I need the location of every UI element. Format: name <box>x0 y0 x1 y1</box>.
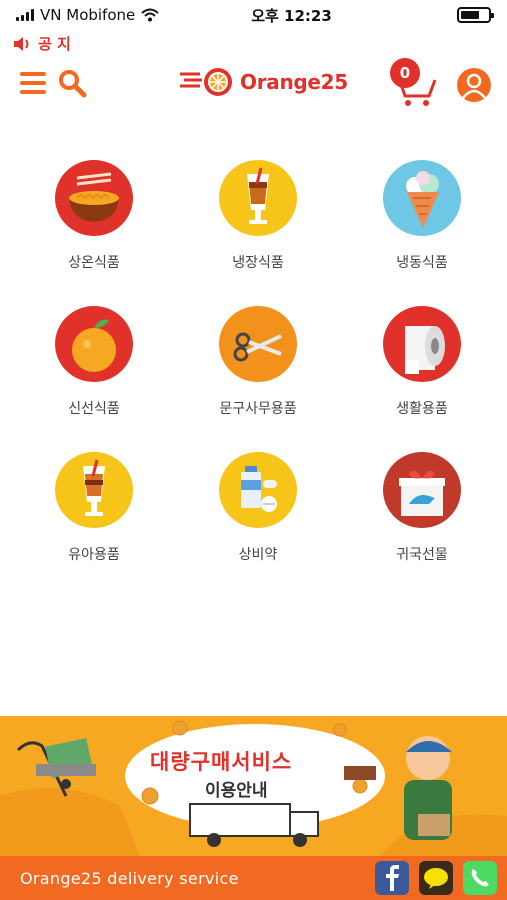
baby-drink-icon <box>55 452 133 528</box>
banner-subtitle: 이용안내 <box>205 781 268 801</box>
notice-link[interactable]: 공 지 <box>12 33 71 54</box>
wifi-icon <box>141 8 159 22</box>
category-item[interactable]: 문구사무용품 <box>176 306 340 418</box>
kakaotalk-icon[interactable] <box>419 861 453 895</box>
banner-title: 대량구매서비스 <box>150 750 293 774</box>
logo-scooter-icon <box>180 68 232 96</box>
scissors-icon <box>219 306 297 382</box>
app-header: Orange25 0 <box>0 58 507 108</box>
toilet-paper-icon <box>383 306 461 382</box>
user-profile-icon[interactable] <box>457 68 491 102</box>
footer-bar: Orange25 delivery service <box>0 856 507 900</box>
ice-cream-icon <box>383 160 461 236</box>
gift-box-icon <box>383 452 461 528</box>
category-item[interactable]: 냉동식품 <box>340 160 504 272</box>
orange-fruit-icon <box>55 306 133 382</box>
footer-text: Orange25 delivery service <box>20 868 239 888</box>
iced-drink-icon <box>219 160 297 236</box>
category-label: 상온식품 <box>68 255 120 271</box>
category-item[interactable]: 상비약 <box>176 452 340 564</box>
bulk-purchase-banner[interactable]: 대량구매서비스 이용안내 <box>0 716 507 856</box>
search-icon[interactable] <box>57 68 87 98</box>
category-label: 문구사무용품 <box>219 401 297 417</box>
category-item[interactable]: 유아용품 <box>12 452 176 564</box>
category-item[interactable]: 생활용품 <box>340 306 504 418</box>
logo-text: Orange25 <box>240 70 348 94</box>
status-left: VN Mobifone <box>16 6 186 24</box>
app-screen: VN Mobifone 오후 12:23 공 지 Orange25 0 상온식품… <box>0 0 507 900</box>
category-item[interactable]: 냉장식품 <box>176 160 340 272</box>
category-item[interactable]: 상온식품 <box>12 160 176 272</box>
notice-label: 공 지 <box>38 35 71 53</box>
status-bar: VN Mobifone 오후 12:23 <box>0 0 507 30</box>
noodle-bowl-icon <box>55 160 133 236</box>
battery-icon <box>457 7 494 23</box>
status-time: 오후 12:23 <box>251 6 332 25</box>
category-item[interactable]: 귀국선물 <box>340 452 504 564</box>
hamburger-menu-icon[interactable] <box>20 72 46 94</box>
category-label: 냉동식품 <box>396 255 448 271</box>
category-label: 냉장식품 <box>232 255 284 271</box>
category-grid: 상온식품 냉장식품 냉동식품 신선식품 문구사무용품 생활용품 유아용품 상비약… <box>0 160 507 564</box>
facebook-icon[interactable] <box>375 861 409 895</box>
signal-icon <box>16 9 34 21</box>
category-item[interactable]: 신선식품 <box>12 306 176 418</box>
cart-button[interactable]: 0 <box>387 58 439 108</box>
carrier-name: VN Mobifone <box>40 6 136 24</box>
category-label: 귀국선물 <box>396 547 448 563</box>
orange25-logo[interactable]: Orange25 <box>180 66 348 98</box>
speaker-icon <box>14 36 29 51</box>
category-label: 상비약 <box>238 547 278 563</box>
category-label: 생활용품 <box>396 401 448 417</box>
medicine-icon <box>219 452 297 528</box>
phone-call-icon[interactable] <box>463 861 497 895</box>
category-label: 유아용품 <box>68 547 120 563</box>
category-label: 신선식품 <box>68 401 120 417</box>
cart-count-badge: 0 <box>390 58 420 88</box>
